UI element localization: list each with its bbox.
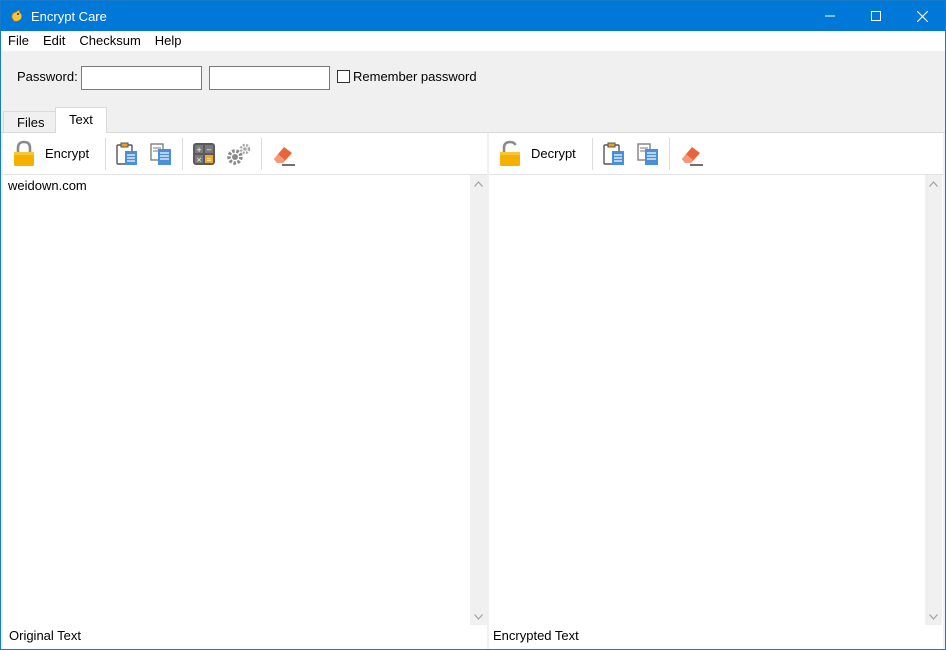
paste-icon [116, 142, 138, 165]
menu-bar: File Edit Checksum Help [1, 31, 945, 51]
title-bar[interactable]: Encrypt Care [1, 1, 945, 31]
scroll-up-button[interactable] [470, 175, 487, 192]
encrypted-text-scrollbar[interactable] [925, 175, 942, 625]
toolbar-separator [668, 137, 670, 170]
settings-icon [227, 143, 251, 165]
eraser-icon [274, 146, 296, 166]
original-text-label: Original Text [9, 628, 82, 643]
svg-text:×: × [196, 156, 202, 164]
tab-bar: Files Text [1, 107, 945, 133]
password-row: Password: Remember password [1, 51, 945, 107]
copy-icon [637, 142, 658, 165]
copy-button[interactable] [631, 138, 665, 170]
encrypted-text-area[interactable] [489, 175, 943, 625]
password-label: Password: [17, 69, 78, 84]
menu-help[interactable]: Help [148, 31, 189, 51]
scroll-up-button[interactable] [925, 175, 942, 192]
tab-files[interactable]: Files [3, 111, 59, 133]
app-logo-icon [9, 8, 25, 24]
toolbar-separator [261, 137, 263, 170]
chevron-up-icon [474, 180, 483, 187]
checkbox-box[interactable] [337, 70, 350, 83]
menu-checksum[interactable]: Checksum [72, 31, 147, 51]
close-button[interactable] [899, 1, 945, 31]
copy-button[interactable] [144, 138, 178, 170]
minimize-icon [825, 15, 835, 17]
original-text-area[interactable]: weidown.com [3, 175, 487, 625]
chevron-down-icon [474, 613, 483, 620]
encrypted-text-label: Encrypted Text [493, 628, 579, 643]
chevron-up-icon [929, 180, 938, 187]
svg-text:=: = [206, 156, 212, 164]
remember-password-checkbox[interactable]: Remember password [337, 69, 477, 84]
decrypt-label: Decrypt [531, 146, 576, 161]
remember-password-label: Remember password [353, 69, 477, 84]
svg-text:−: − [206, 146, 212, 154]
clear-button[interactable] [266, 138, 302, 170]
toolbar-separator [105, 137, 107, 170]
lock-icon [14, 140, 34, 166]
maximize-icon [871, 11, 881, 21]
paste-icon [603, 142, 624, 165]
paste-button[interactable] [110, 138, 144, 170]
decrypt-button[interactable]: Decrypt [493, 138, 580, 170]
scroll-down-button[interactable] [470, 608, 487, 625]
encrypt-label: Encrypt [45, 146, 90, 161]
encrypted-text-panel: Decrypt Encrypted Text [489, 133, 943, 649]
clear-button[interactable] [674, 138, 710, 170]
maximize-button[interactable] [853, 1, 899, 31]
eraser-icon [681, 146, 703, 166]
password-input[interactable] [81, 66, 202, 90]
encrypt-toolbar: Encrypt + − × = [3, 133, 487, 175]
encrypt-button[interactable]: Encrypt [7, 138, 93, 170]
password-confirm-input[interactable] [209, 66, 330, 90]
svg-text:+: + [196, 146, 202, 154]
decrypt-toolbar: Decrypt [489, 133, 943, 175]
chevron-down-icon [929, 613, 938, 620]
settings-button[interactable] [221, 138, 257, 170]
unlock-icon [500, 140, 520, 166]
paste-button[interactable] [597, 138, 631, 170]
tab-text[interactable]: Text [55, 107, 107, 133]
text-tab-content: Encrypt + − × = weidown.com Original Tex… [1, 132, 945, 649]
toolbar-separator [591, 137, 593, 170]
toolbar-separator [182, 137, 184, 170]
window-title: Encrypt Care [31, 8, 107, 24]
original-text-panel: Encrypt + − × = weidown.com Original Tex… [3, 133, 487, 649]
close-icon [916, 10, 928, 22]
app-window: Encrypt Care File Edit Checksum Help Pas… [0, 0, 946, 650]
menu-edit[interactable]: Edit [36, 31, 72, 51]
menu-file[interactable]: File [1, 31, 36, 51]
scroll-down-button[interactable] [925, 608, 942, 625]
calculator-button[interactable]: + − × = [187, 138, 221, 170]
calculator-icon: + − × = [193, 142, 216, 165]
copy-icon [150, 142, 172, 165]
minimize-button[interactable] [807, 1, 853, 31]
original-text-scrollbar[interactable] [470, 175, 487, 625]
window-controls [807, 1, 945, 31]
